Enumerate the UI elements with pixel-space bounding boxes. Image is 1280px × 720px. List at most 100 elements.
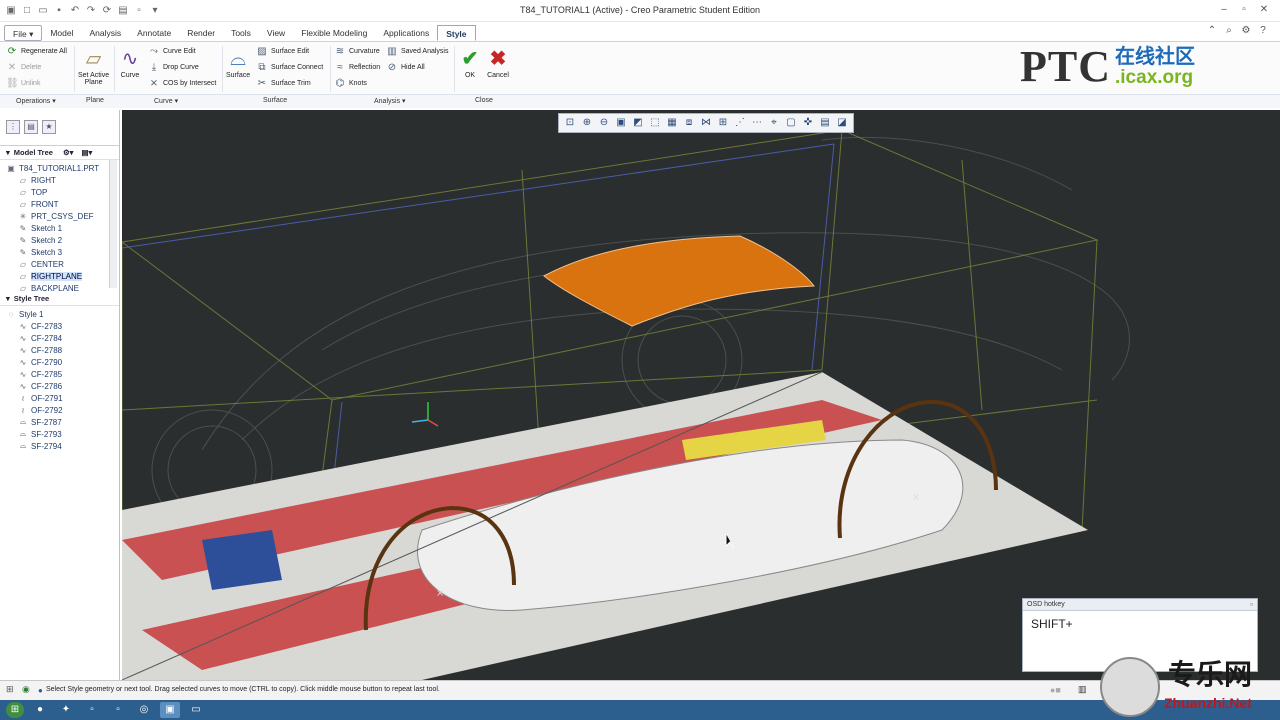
collapse-icon[interactable]: ▾ xyxy=(6,294,10,303)
tab-applications[interactable]: Applications xyxy=(375,25,437,41)
tree-item[interactable]: ≀ OF-2792 xyxy=(6,404,119,416)
taskbar-app-icon[interactable]: ◎ xyxy=(134,702,154,718)
tree-item[interactable]: ▱ TOP xyxy=(6,186,119,198)
selection-filter-icon[interactable]: ▥ xyxy=(1078,684,1087,695)
graphics-window[interactable]: × × ⊡ ⊕ ⊖ ▣ ◩ ⬚ ▦ ⧈ ⋈ ⊞ ⋰ ⋯ ⌖ ▢ ✜ ▤ ◪ xyxy=(122,110,1280,680)
delete-button[interactable]: ✕ Delete xyxy=(6,62,41,73)
navigator-toggle-icon[interactable]: ⊞ xyxy=(6,684,14,695)
tab-flexible-modeling[interactable]: Flexible Modeling xyxy=(293,25,375,41)
spin-center-icon[interactable]: ✜ xyxy=(800,115,816,131)
tab-analysis[interactable]: Analysis xyxy=(82,25,130,41)
tree-columns-icon[interactable]: ▤▾ xyxy=(81,148,92,157)
operations-group-label[interactable]: Operations ▾ xyxy=(16,97,56,105)
tree-item[interactable]: ✎ Sketch 1 xyxy=(6,222,119,234)
tree-item[interactable]: ▱ RIGHTPLANE xyxy=(6,270,119,282)
axes-display-icon[interactable]: ⋰ xyxy=(732,115,748,131)
surface-connect-button[interactable]: ⧉ Surface Connect xyxy=(256,62,323,73)
tree-item[interactable]: ⌓ SF-2794 xyxy=(6,440,119,452)
tab-file[interactable]: File ▾ xyxy=(4,25,43,41)
unlink-button[interactable]: ⛓ Unlink xyxy=(6,78,40,89)
taskbar-app-icon[interactable]: ● xyxy=(30,702,50,718)
tree-item[interactable]: ∿ CF-2783 xyxy=(6,320,119,332)
tab-model[interactable]: Model xyxy=(42,25,81,41)
tree-item[interactable]: ⌓ SF-2787 xyxy=(6,416,119,428)
taskbar-app-icon[interactable]: ▫ xyxy=(108,702,128,718)
tree-item[interactable]: ▱ FRONT xyxy=(6,198,119,210)
collapse-ribbon-icon[interactable]: ⌃ xyxy=(1205,24,1219,38)
points-display-icon[interactable]: ⋯ xyxy=(749,115,765,131)
model-tree-tab-icon[interactable]: ⋮ xyxy=(6,120,20,134)
refit-icon[interactable]: ⊡ xyxy=(562,115,578,131)
tab-style[interactable]: Style xyxy=(437,25,476,41)
tree-item[interactable]: ▱ CENTER xyxy=(6,258,119,270)
tree-item[interactable]: ✎ Sketch 2 xyxy=(6,234,119,246)
maximize-icon[interactable]: ▫ xyxy=(1236,2,1252,18)
annotation-display-icon[interactable]: ▤ xyxy=(817,115,833,131)
tree-item[interactable]: ≀ OF-2791 xyxy=(6,392,119,404)
tab-annotate[interactable]: Annotate xyxy=(129,25,179,41)
curve-button[interactable]: ∿ Curve xyxy=(118,46,142,79)
tree-item[interactable]: ✎ Sketch 3 xyxy=(6,246,119,258)
browser-toggle-icon[interactable]: ◉ xyxy=(22,684,30,695)
curvature-button[interactable]: ≋ Curvature xyxy=(334,46,380,57)
help-icon[interactable]: ? xyxy=(1256,24,1270,38)
style-planes-icon[interactable]: ◪ xyxy=(834,115,850,131)
taskbar-app-icon[interactable]: ▫ xyxy=(82,702,102,718)
view-manager-icon[interactable]: ▦ xyxy=(664,115,680,131)
settings-icon[interactable]: ⚙ xyxy=(1239,24,1253,38)
start-button-icon[interactable]: ⊞ xyxy=(6,702,24,718)
minimize-icon[interactable]: – xyxy=(1216,2,1232,18)
model-tree-scrollbar[interactable] xyxy=(109,160,117,288)
analysis-group-label[interactable]: Analysis ▾ xyxy=(374,97,406,105)
zoom-out-icon[interactable]: ⊖ xyxy=(596,115,612,131)
tree-item[interactable]: ◌ Style 1 xyxy=(6,308,119,320)
curve-group-label[interactable]: Curve ▾ xyxy=(154,97,178,105)
tree-item[interactable]: ∿ CF-2786 xyxy=(6,380,119,392)
cos-by-intersect-button[interactable]: ⨯ COS by Intersect xyxy=(148,78,217,89)
ok-button[interactable]: ✔ OK xyxy=(458,46,482,79)
folder-browser-icon[interactable]: ▤ xyxy=(24,120,38,134)
set-active-plane-button[interactable]: ▱ Set Active Plane xyxy=(78,46,109,86)
hide-all-button[interactable]: ⊘ Hide All xyxy=(386,62,425,73)
surface-trim-button[interactable]: ✂ Surface Trim xyxy=(256,78,311,89)
surface-button[interactable]: ⌓ Surface xyxy=(226,46,250,79)
tree-item[interactable]: ∿ CF-2784 xyxy=(6,332,119,344)
close-icon[interactable]: ✕ xyxy=(1256,2,1272,18)
datum-display-icon[interactable]: ⋈ xyxy=(698,115,714,131)
taskbar-app-icon[interactable]: ▭ xyxy=(186,702,206,718)
surface-edit-button[interactable]: ▨ Surface Edit xyxy=(256,46,309,57)
tab-tools[interactable]: Tools xyxy=(223,25,259,41)
tab-render[interactable]: Render xyxy=(179,25,223,41)
zoom-in-icon[interactable]: ⊕ xyxy=(579,115,595,131)
model-scene[interactable]: × × xyxy=(122,110,1280,680)
regenerate-all-button[interactable]: ⟳ Regenerate All xyxy=(6,46,67,57)
knots-button[interactable]: ⌬ Knots xyxy=(334,78,367,89)
tree-item[interactable]: ▱ RIGHT xyxy=(6,174,119,186)
tree-item[interactable]: ∿ CF-2790 xyxy=(6,356,119,368)
tree-item[interactable]: ∿ CF-2785 xyxy=(6,368,119,380)
display-style-icon[interactable]: ◩ xyxy=(630,115,646,131)
drop-curve-button[interactable]: ⤓ Drop Curve xyxy=(148,62,199,73)
curve-edit-button[interactable]: ⤳ Curve Edit xyxy=(148,46,196,57)
tree-item[interactable]: ✳ PRT_CSYS_DEF xyxy=(6,210,119,222)
favorites-icon[interactable]: ★ xyxy=(42,120,56,134)
section-icon[interactable]: ▢ xyxy=(783,115,799,131)
tree-settings-icon[interactable]: ⚙▾ xyxy=(63,148,74,157)
saved-analysis-button[interactable]: ▥ Saved Analysis xyxy=(386,46,448,57)
csys-display-icon[interactable]: ⌖ xyxy=(766,115,782,131)
cancel-button[interactable]: ✖ Cancel xyxy=(484,46,512,79)
repaint-icon[interactable]: ▣ xyxy=(613,115,629,131)
tree-item[interactable]: ⌓ SF-2793 xyxy=(6,428,119,440)
search-icon[interactable]: ⌕ xyxy=(1222,24,1236,38)
osd-close-icon[interactable]: ▫ xyxy=(1250,600,1253,609)
saved-orientations-icon[interactable]: ⬚ xyxy=(647,115,663,131)
taskbar-app-icon[interactable]: ▣ xyxy=(160,702,180,718)
taskbar-app-icon[interactable]: ✦ xyxy=(56,702,76,718)
perspective-icon[interactable]: ⧈ xyxy=(681,115,697,131)
reflection-button[interactable]: ≈ Reflection xyxy=(334,62,380,73)
tree-item[interactable]: ▱ BACKPLANE xyxy=(6,282,119,294)
style-surface[interactable] xyxy=(543,235,815,327)
planes-display-icon[interactable]: ⊞ xyxy=(715,115,731,131)
tab-view[interactable]: View xyxy=(259,25,293,41)
tree-item[interactable]: ▣ T84_TUTORIAL1.PRT xyxy=(6,162,119,174)
